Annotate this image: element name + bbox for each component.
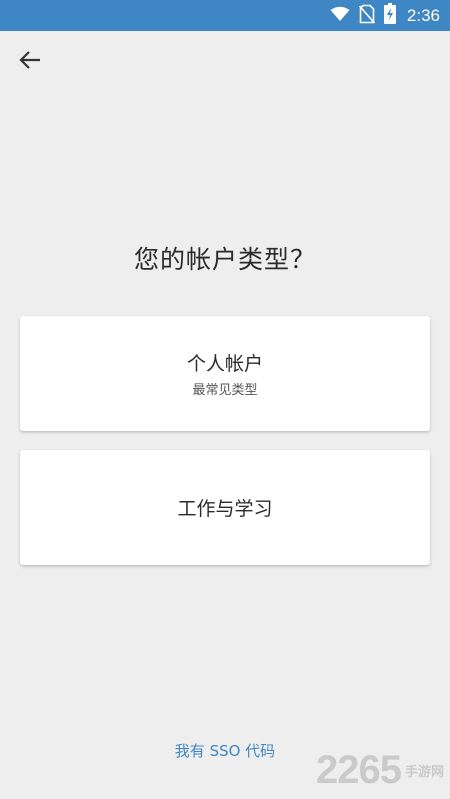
watermark-number: 2265 bbox=[316, 748, 402, 792]
status-bar: 2:36 bbox=[0, 0, 450, 31]
battery-charging-icon bbox=[383, 3, 396, 28]
status-icons: 2:36 bbox=[330, 0, 440, 31]
wifi-icon bbox=[330, 6, 350, 26]
personal-account-card[interactable]: 个人帐户 最常见类型 bbox=[20, 316, 430, 431]
back-button[interactable] bbox=[12, 44, 48, 80]
page-title: 您的帐户类型？ bbox=[133, 245, 316, 274]
no-sim-icon bbox=[358, 4, 376, 28]
watermark-logo: 2265 手游网 bbox=[316, 748, 444, 793]
personal-account-title: 个人帐户 bbox=[186, 353, 263, 375]
work-school-account-title: 工作与学习 bbox=[177, 498, 273, 520]
work-school-account-card[interactable]: 工作与学习 bbox=[20, 450, 430, 565]
watermark-text: 手游网 bbox=[404, 765, 444, 780]
status-time: 2:36 bbox=[406, 5, 440, 25]
personal-account-subtitle: 最常见类型 bbox=[192, 383, 258, 398]
arrow-left-icon bbox=[19, 49, 41, 75]
